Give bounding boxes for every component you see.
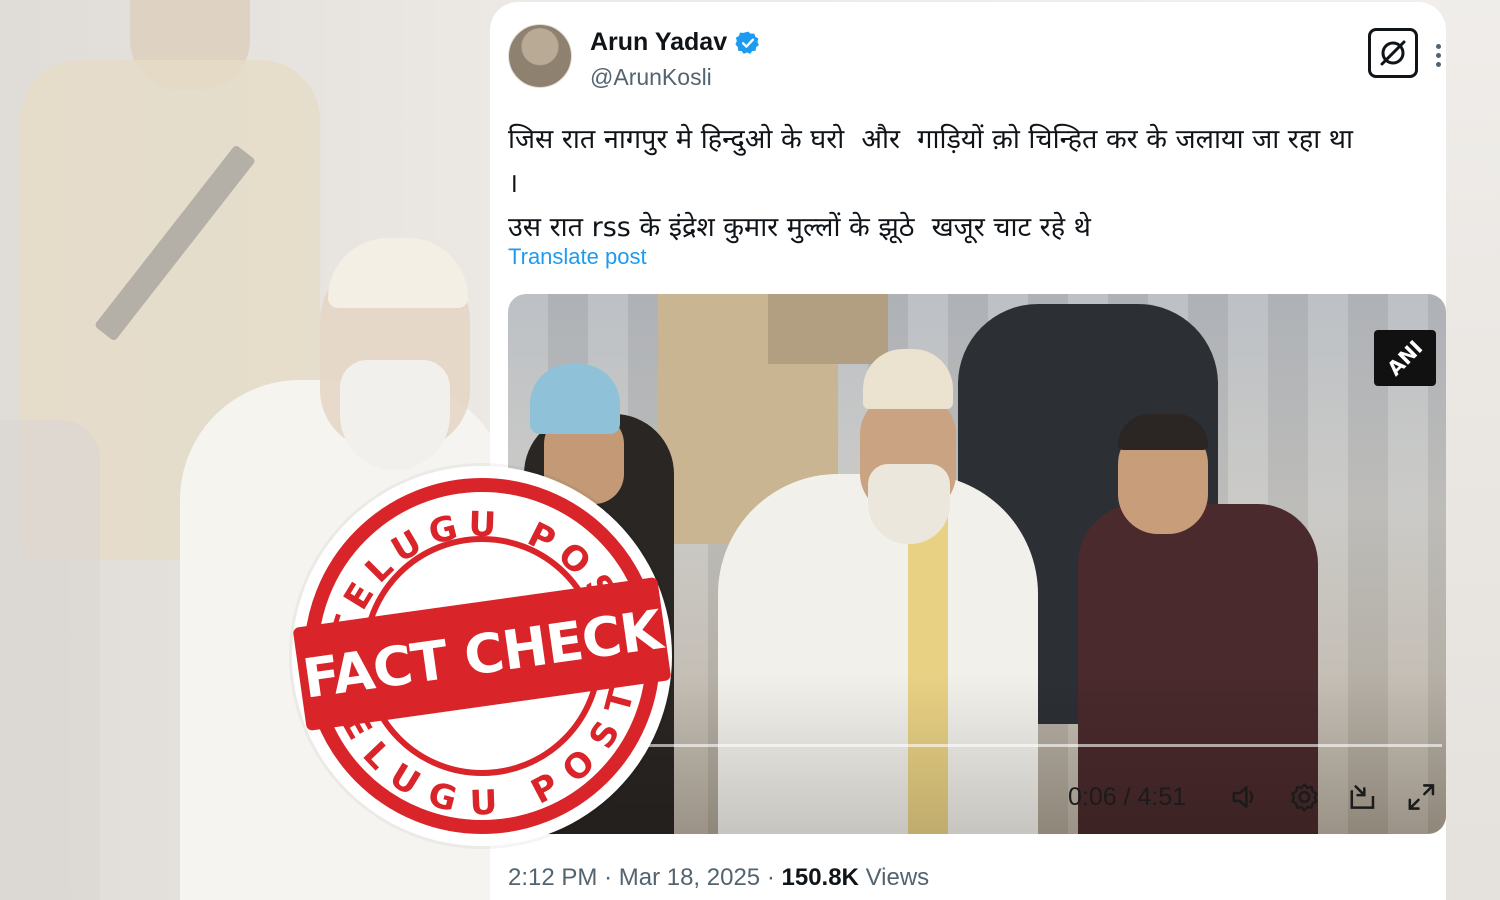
author-row: Arun Yadav [590,28,761,57]
video-time: 0:06 / 4:51 [1068,782,1187,811]
minimize-player-icon[interactable] [1346,780,1379,814]
tweet-meta: 2:12 PM · Mar 18, 2025 · 150.8K Views [508,864,929,892]
views-count: 150.8K [781,864,859,891]
author-handle[interactable]: @ArunKosli [590,64,712,91]
post-line-1: जिस रात नागपुर मे हिन्दुओ के घरो और गाड़… [508,124,1354,155]
video-turban [530,364,620,434]
ani-watermark-text: ANI [1382,335,1428,381]
author-name[interactable]: Arun Yadav [590,28,727,57]
video-controls: 0:06 / 4:51 [1068,772,1438,822]
tweet-date[interactable]: Mar 18, 2025 [619,864,760,891]
meta-separator-2: · [766,864,775,891]
settings-gear-icon[interactable] [1288,780,1321,814]
grok-icon [1380,40,1406,66]
post-line-2: । [508,168,519,199]
translate-post-link[interactable]: Translate post [508,244,647,270]
ani-watermark-logo: ANI [1374,330,1436,386]
fact-check-stamp: TELUGU POST TELUGU POST FACT CHECK [292,466,672,846]
fullscreen-icon[interactable] [1405,780,1438,814]
grok-button[interactable] [1368,28,1418,78]
meta-separator-1: · [604,864,613,891]
video-man-center-beard [868,464,950,544]
tweet-time[interactable]: 2:12 PM [508,864,597,891]
more-options-icon[interactable] [1436,44,1444,68]
verified-badge-icon [735,31,759,54]
post-text: जिस रात नागपुर मे हिन्दुओ के घरो और गाड़… [508,118,1428,250]
volume-icon[interactable] [1229,780,1262,814]
video-man-right-hair [1118,414,1208,450]
avatar[interactable] [508,24,572,88]
views-label: Views [865,864,930,891]
video-guard-head [768,294,888,364]
